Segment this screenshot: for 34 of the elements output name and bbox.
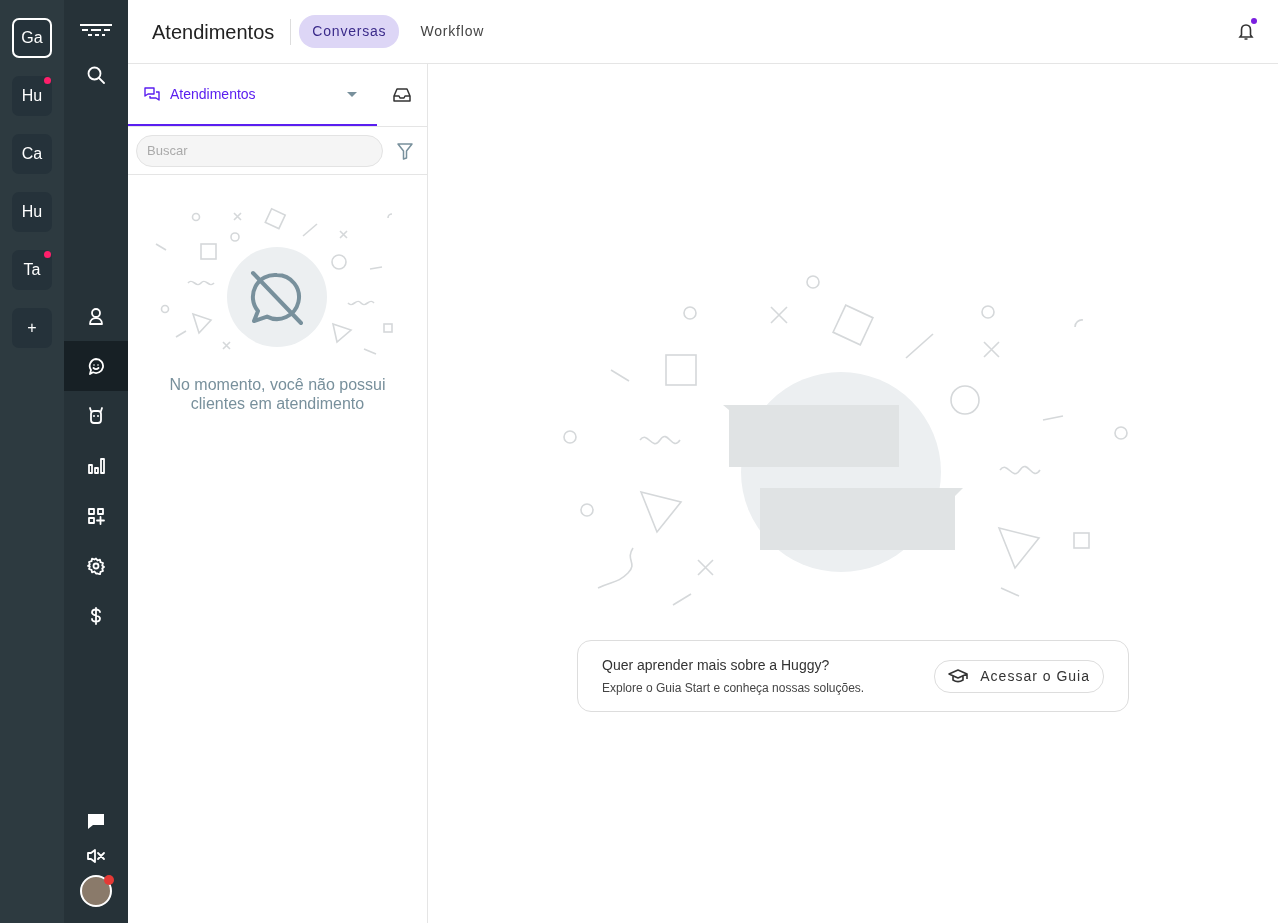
guide-subtitle: Explore o Guia Start e conheça nossas soluções. bbox=[602, 680, 865, 697]
guide-button[interactable]: Acessar o Guia bbox=[934, 659, 1104, 693]
inbox-icon bbox=[393, 87, 411, 103]
guide-title: Quer aprender mais sobre a Huggy? bbox=[602, 656, 831, 675]
gear-icon bbox=[87, 557, 105, 575]
apps-icon bbox=[87, 507, 105, 525]
person-icon bbox=[87, 307, 105, 325]
filter-icon bbox=[397, 142, 413, 161]
speech-bubble-icon bbox=[87, 812, 105, 830]
logo-icon bbox=[80, 24, 112, 38]
nav-item[interactable] bbox=[64, 341, 128, 391]
graduation-cap-icon bbox=[948, 668, 969, 684]
robot-icon bbox=[87, 407, 105, 425]
page-title: Atendimentos bbox=[152, 18, 292, 45]
workspace-button[interactable]: Ca bbox=[12, 134, 52, 174]
speaker-muted-icon bbox=[86, 848, 106, 864]
user-avatar[interactable] bbox=[80, 875, 112, 907]
status-dot bbox=[104, 875, 114, 885]
workspace-button[interactable]: Ta bbox=[12, 250, 52, 290]
caret-icon bbox=[347, 91, 357, 97]
panel-tab[interactable]: Atendimentos bbox=[128, 64, 377, 126]
search-icon bbox=[87, 66, 105, 84]
search-field[interactable]: Buscar bbox=[136, 134, 383, 167]
tab[interactable]: Workflow bbox=[407, 15, 498, 48]
bell-icon bbox=[1238, 23, 1254, 42]
workspace-button[interactable]: Ga bbox=[12, 18, 52, 58]
workspace-button[interactable]: Hu bbox=[12, 192, 52, 232]
bar-chart-icon bbox=[87, 457, 105, 475]
add-workspace-button[interactable]: + bbox=[12, 308, 52, 348]
tab[interactable]: Conversas bbox=[299, 15, 400, 48]
chat-bubbles-icon bbox=[144, 87, 160, 101]
chat-face-icon bbox=[87, 357, 105, 375]
empty-state-message: No momento, você não possui clientes em atendimento bbox=[168, 375, 387, 413]
workspace-button[interactable]: Hu bbox=[12, 76, 52, 116]
